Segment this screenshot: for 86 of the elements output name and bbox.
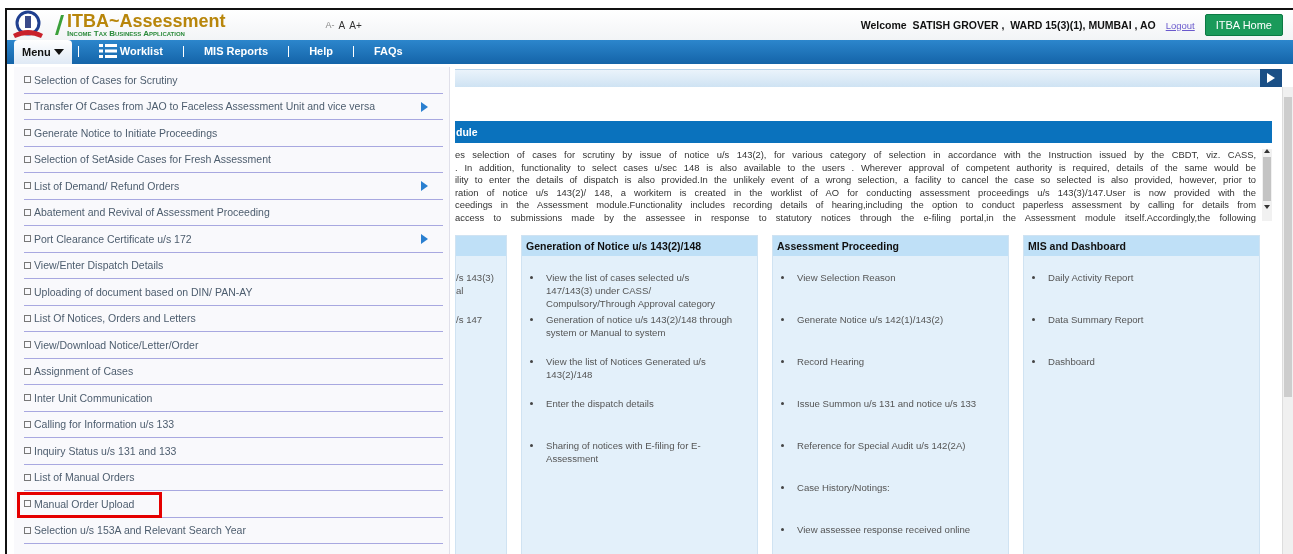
welcome-text: Welcome SATISH GROVER , WARD 15(3)(1), MUMBAI , AO (860, 19, 1156, 31)
square-icon (24, 394, 31, 402)
panel-item[interactable]: Sharing of notices with E-filing for E- Assessment (546, 438, 701, 481)
panel-item[interactable]: Generation of notice u/s 143(2)/148 through system or Manual to system (546, 312, 733, 355)
square-icon (24, 261, 31, 269)
square-icon (24, 182, 31, 190)
square-icon (24, 500, 31, 508)
slash-icon (53, 15, 65, 35)
description-line: access to submissions made by the assessee in response to statutory notices through the e-filing portal,in the Assessment module itself.Accordingly,the following (455, 211, 1256, 225)
panel-title: MIS and Dashboard (1028, 239, 1126, 252)
panel-item[interactable]: View assessee response received online (797, 522, 971, 554)
caret-icon (53, 49, 64, 55)
square-icon (24, 314, 31, 322)
expand-button[interactable] (1260, 69, 1282, 87)
nav-tab[interactable]: Help (295, 40, 347, 62)
menu-item[interactable]: Generate Notice to Initiate Proceedings (24, 126, 218, 139)
menu-item[interactable]: List of Demand/ Refund Orders (24, 179, 180, 192)
home-button[interactable]: ITBA Home (1204, 14, 1283, 36)
description-line: es selection of cases for scrutiny by issue of notice u/s 143(2), for various category of selection in accordance with the Instruction issued by the CBDT, viz. CASS, (455, 149, 1256, 162)
panel-title: Generation of Notice u/s 143(2)/148 (526, 239, 702, 252)
panel-item[interactable]: Data Summary Report (1048, 312, 1144, 355)
panel-item[interactable]: /s 147 (456, 312, 483, 355)
scrollbar[interactable] (1262, 149, 1272, 221)
panel-item[interactable]: View the list of cases selected u/s 147/143(3) under CASS/ Compulsory/Through Approval category (546, 270, 716, 313)
nav-tab[interactable]: Menu (14, 40, 72, 64)
menu-item[interactable]: Port Clearance Certificate u/s 172 (24, 232, 192, 245)
scrollbar[interactable] (1282, 87, 1293, 554)
scroll-up-icon (1264, 149, 1270, 153)
description-line: ility to enter the details of dispatch is also provided.In the unlikely event of a wrong selection, a facility to cancel the case so selected is also provided, however, prior to (455, 174, 1256, 187)
panel-item[interactable]: View the list of Notices Generated u/s 143(2)/148 (546, 354, 706, 397)
square-icon (24, 420, 31, 428)
section-header: dule (455, 121, 1272, 143)
panel-item[interactable]: /s 143(3) al (456, 270, 494, 313)
panel-title: Assessment Proceeding (777, 239, 899, 252)
square-icon (24, 288, 31, 296)
square-icon (24, 447, 31, 455)
square-icon (24, 129, 31, 137)
app-title: ITBA~Assessment (67, 12, 226, 30)
font-size-button[interactable]: A+ (349, 19, 362, 31)
menu-item[interactable]: Inter Unit Communication (24, 391, 153, 404)
app-subtitle: Income Tax Business Application (67, 30, 186, 38)
menu-item[interactable]: Selection of Cases for Scrutiny (24, 73, 178, 86)
square-icon (24, 155, 31, 163)
panel-item[interactable]: View Selection Reason (797, 270, 896, 313)
menu-item[interactable]: Inquiry Status u/s 131 and 133 (24, 444, 177, 457)
square-icon (24, 526, 31, 534)
square-icon (24, 208, 31, 216)
menu-item[interactable]: Assignment of Cases (24, 365, 134, 378)
square-icon (24, 341, 31, 349)
menu-item[interactable]: Transfer Of Cases from JAO to Faceless Assessment Unit and vice versa (24, 100, 375, 113)
font-size-button[interactable]: A (338, 19, 346, 31)
panel-item[interactable]: Daily Activity Report (1048, 270, 1134, 313)
panel-item[interactable]: Reference for Special Audit u/s 142(2A) (797, 438, 966, 481)
panel-item[interactable]: Enter the dispatch details (546, 396, 654, 439)
square-icon (24, 76, 31, 84)
panel-item[interactable]: Dashboard (1048, 354, 1095, 397)
menu-item[interactable]: Uploading of document based on DIN/ PAN-AY (24, 285, 253, 298)
menu-item[interactable]: Calling for Information u/s 133 (24, 418, 175, 431)
square-icon (24, 235, 31, 243)
nav-tab[interactable]: Worklist (84, 40, 177, 62)
font-size-button[interactable]: A- (325, 19, 335, 31)
square-icon (24, 102, 31, 110)
logout-link[interactable]: Logout (1165, 19, 1195, 31)
menu-item[interactable]: View/Download Notice/Letter/Order (24, 338, 199, 351)
panel-item[interactable]: Record Hearing (797, 354, 865, 397)
menu-item[interactable]: List Of Notices, Orders and Letters (24, 312, 196, 325)
menu-item[interactable]: Manual Order Upload (24, 497, 135, 510)
description-line: ceedings in the Assessment module.Functionality includes recording details of hearing,including the option to conduct paperless assessment by calling for details from (455, 199, 1256, 212)
menu-item[interactable]: Selection u/s 153A and Relevant Search Year (24, 524, 246, 537)
panel-header (456, 235, 506, 256)
description-line: ration of notice u/s 143(2)/ 148, a workitem is created in the worklist of AO for conducting assessment proceedings u/s 143(3)/147.User is now provided with the (455, 186, 1256, 200)
square-icon (24, 367, 31, 375)
panel-item[interactable]: Issue Summon u/s 131 and notice u/s 133 (797, 396, 977, 439)
nav-tab[interactable]: FAQs (359, 40, 417, 62)
panel-item[interactable]: Generate Notice u/s 142(1)/143(2) (797, 312, 944, 355)
menu-item[interactable]: Abatement and Revival of Assessment Proceeding (24, 206, 270, 219)
menu-item[interactable]: Selection of SetAside Cases for Fresh Assessment (24, 153, 271, 166)
nav-tab[interactable]: MIS Reports (189, 40, 283, 62)
arrow-icon (1267, 73, 1275, 83)
description-line: . In addition, functionality to select cases u/sec 148 is also available to the users . Wherever approval of competent authority is required, details of the same would be (455, 161, 1256, 175)
scroll-down-icon (1264, 205, 1270, 209)
list-icon (98, 44, 117, 58)
square-icon (24, 473, 31, 481)
panel-item[interactable]: Case History/Notings: (797, 480, 890, 523)
menu-item[interactable]: List of Manual Orders (24, 471, 135, 484)
menu-item[interactable]: View/Enter Dispatch Details (24, 259, 164, 272)
